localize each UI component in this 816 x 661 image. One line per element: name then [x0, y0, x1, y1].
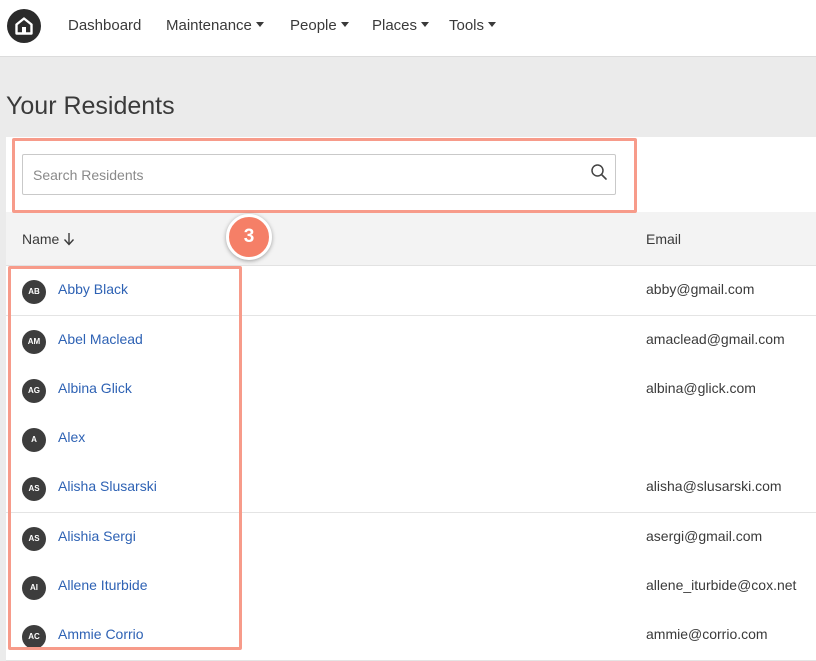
resident-name-link[interactable]: Allene Iturbide: [58, 577, 148, 593]
nav-dashboard[interactable]: Dashboard: [68, 17, 141, 34]
table-row: AG Albina Glick albina@glick.com: [6, 365, 816, 415]
avatar: AI: [22, 576, 46, 600]
resident-name-link[interactable]: Abel Maclead: [58, 331, 143, 347]
resident-email: ammie@corrio.com: [646, 626, 768, 642]
resident-name-link[interactable]: Alishia Sergi: [58, 528, 136, 544]
resident-email: asergi@gmail.com: [646, 528, 763, 544]
arrow-down-icon: [64, 233, 75, 246]
resident-email: abby@gmail.com: [646, 281, 755, 297]
table-row: AC Ammie Corrio ammie@corrio.com: [6, 611, 816, 661]
resident-email: albina@glick.com: [646, 380, 756, 396]
avatar: A: [22, 428, 46, 452]
home-logo-icon[interactable]: [7, 9, 41, 43]
name-column-header[interactable]: Name: [22, 231, 75, 247]
step-number-badge: 3: [226, 214, 272, 260]
avatar: AG: [22, 379, 46, 403]
table-header: Name Email: [6, 212, 816, 266]
avatar: AC: [22, 625, 46, 649]
resident-name-link[interactable]: Alex: [58, 429, 85, 445]
search-input[interactable]: [23, 155, 583, 194]
table-row: AB Abby Black abby@gmail.com: [6, 266, 816, 316]
email-column-label: Email: [646, 231, 682, 247]
avatar: AS: [22, 527, 46, 551]
table-row: AS Alishia Sergi asergi@gmail.com: [6, 513, 816, 563]
avatar: AB: [22, 280, 46, 304]
name-column-label: Name: [22, 231, 60, 247]
resident-name-link[interactable]: Albina Glick: [58, 380, 132, 396]
caret-down-icon: [255, 22, 264, 27]
page-title: Your Residents: [6, 92, 175, 120]
table-row: AM Abel Maclead amaclead@gmail.com: [6, 316, 816, 366]
nav-maintenance-label: Maintenance: [166, 17, 252, 34]
resident-email: alisha@slusarski.com: [646, 478, 782, 494]
nav-people-label: People: [290, 17, 337, 34]
nav-dashboard-label: Dashboard: [68, 17, 142, 34]
nav-places-label: Places: [372, 17, 418, 34]
table-row: A Alex: [6, 414, 816, 464]
nav-places[interactable]: Places: [372, 17, 430, 34]
nav-maintenance[interactable]: Maintenance: [166, 17, 264, 34]
resident-email: allene_iturbide@cox.net: [646, 577, 797, 593]
caret-down-icon: [421, 22, 430, 27]
caret-down-icon: [488, 22, 497, 27]
nav-people[interactable]: People: [290, 17, 349, 34]
table-row: AS Alisha Slusarski alisha@slusarski.com: [6, 463, 816, 513]
avatar: AS: [22, 477, 46, 501]
top-navbar: Dashboard Maintenance People Places Tool…: [0, 0, 816, 57]
resident-name-link[interactable]: Ammie Corrio: [58, 626, 144, 642]
table-row: AI Allene Iturbide allene_iturbide@cox.n…: [6, 562, 816, 612]
resident-name-link[interactable]: Abby Black: [58, 281, 128, 297]
search-icon[interactable]: [590, 163, 608, 186]
email-column-header[interactable]: Email: [646, 231, 681, 247]
resident-email: amaclead@gmail.com: [646, 331, 785, 347]
nav-tools[interactable]: Tools: [449, 17, 497, 34]
search-box: [22, 154, 616, 195]
caret-down-icon: [340, 22, 349, 27]
nav-tools-label: Tools: [449, 17, 485, 34]
avatar: AM: [22, 330, 46, 354]
resident-name-link[interactable]: Alisha Slusarski: [58, 478, 157, 494]
